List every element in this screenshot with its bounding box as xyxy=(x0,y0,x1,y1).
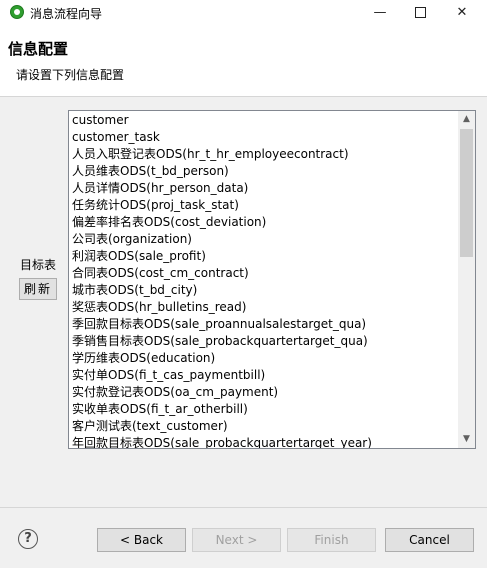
list-item[interactable]: 公司表(organization) xyxy=(72,231,456,248)
list-item[interactable]: 实付款登记表ODS(oa_cm_payment) xyxy=(72,384,456,401)
list-item[interactable]: 利润表ODS(sale_profit) xyxy=(72,248,456,265)
next-button[interactable]: Next > xyxy=(192,528,281,552)
list-item[interactable]: 学历维表ODS(education) xyxy=(72,350,456,367)
refresh-button[interactable]: 刷新 xyxy=(19,278,57,300)
cancel-button[interactable]: Cancel xyxy=(385,528,474,552)
scroll-thumb[interactable] xyxy=(460,129,473,257)
list-item[interactable]: 客户测试表(text_customer) xyxy=(72,418,456,435)
title-bar: 消息流程向导 — ✕ xyxy=(0,0,487,26)
list-item[interactable]: 偏差率排名表ODS(cost_deviation) xyxy=(72,214,456,231)
list-item[interactable]: 实付单ODS(fi_t_cas_paymentbill) xyxy=(72,367,456,384)
close-icon: ✕ xyxy=(456,5,468,20)
minimize-icon: — xyxy=(373,5,387,20)
list-item[interactable]: 实收单表ODS(fi_t_ar_otherbill) xyxy=(72,401,456,418)
target-table-list[interactable]: customer customer_task 人员入职登记表ODS(hr_t_hr_… xyxy=(68,110,476,449)
list-item[interactable]: 合同表ODS(cost_cm_contract) xyxy=(72,265,456,282)
wizard-header: 信息配置 请设置下列信息配置 xyxy=(0,26,487,97)
list-item[interactable]: 人员维表ODS(t_bd_person) xyxy=(72,163,456,180)
list-item[interactable]: customer xyxy=(72,112,456,129)
page-title: 信息配置 xyxy=(8,40,69,58)
list-item[interactable]: 城市表ODS(t_bd_city) xyxy=(72,282,456,299)
finish-button[interactable]: Finish xyxy=(287,528,376,552)
minimize-button[interactable]: — xyxy=(360,0,400,26)
list-item[interactable]: 年回款目标表ODS(sale_probackquartertarget_year… xyxy=(72,435,456,448)
app-icon xyxy=(10,5,24,19)
window-title: 消息流程向导 xyxy=(30,7,103,21)
list-item[interactable]: customer_task xyxy=(72,129,456,146)
list-item[interactable]: 季回款目标表ODS(sale_proannualsalestarget_qua) xyxy=(72,316,456,333)
list-item[interactable]: 人员详情ODS(hr_person_data) xyxy=(72,180,456,197)
page-description: 请设置下列信息配置 xyxy=(16,68,125,82)
list-item[interactable]: 人员入职登记表ODS(hr_t_hr_employeecontract) xyxy=(72,146,456,163)
list-items: customer customer_task 人员入职登记表ODS(hr_t_hr_… xyxy=(72,112,456,448)
list-item[interactable]: 任务统计ODS(proj_task_stat) xyxy=(72,197,456,214)
footer-divider xyxy=(0,507,487,508)
target-table-label: 目标表 xyxy=(20,258,57,272)
list-item[interactable]: 奖惩表ODS(hr_bulletins_read) xyxy=(72,299,456,316)
scroll-down-icon[interactable]: ▼ xyxy=(458,431,475,448)
back-button[interactable]: < Back xyxy=(97,528,186,552)
close-button[interactable]: ✕ xyxy=(442,0,482,26)
help-icon[interactable]: ? xyxy=(18,529,38,549)
maximize-icon xyxy=(414,7,426,18)
maximize-button[interactable] xyxy=(400,0,440,26)
list-scrollbar[interactable]: ▲ ▼ xyxy=(458,111,475,448)
scroll-up-icon[interactable]: ▲ xyxy=(458,111,475,128)
list-item[interactable]: 季销售目标表ODS(sale_probackquartertarget_qua) xyxy=(72,333,456,350)
